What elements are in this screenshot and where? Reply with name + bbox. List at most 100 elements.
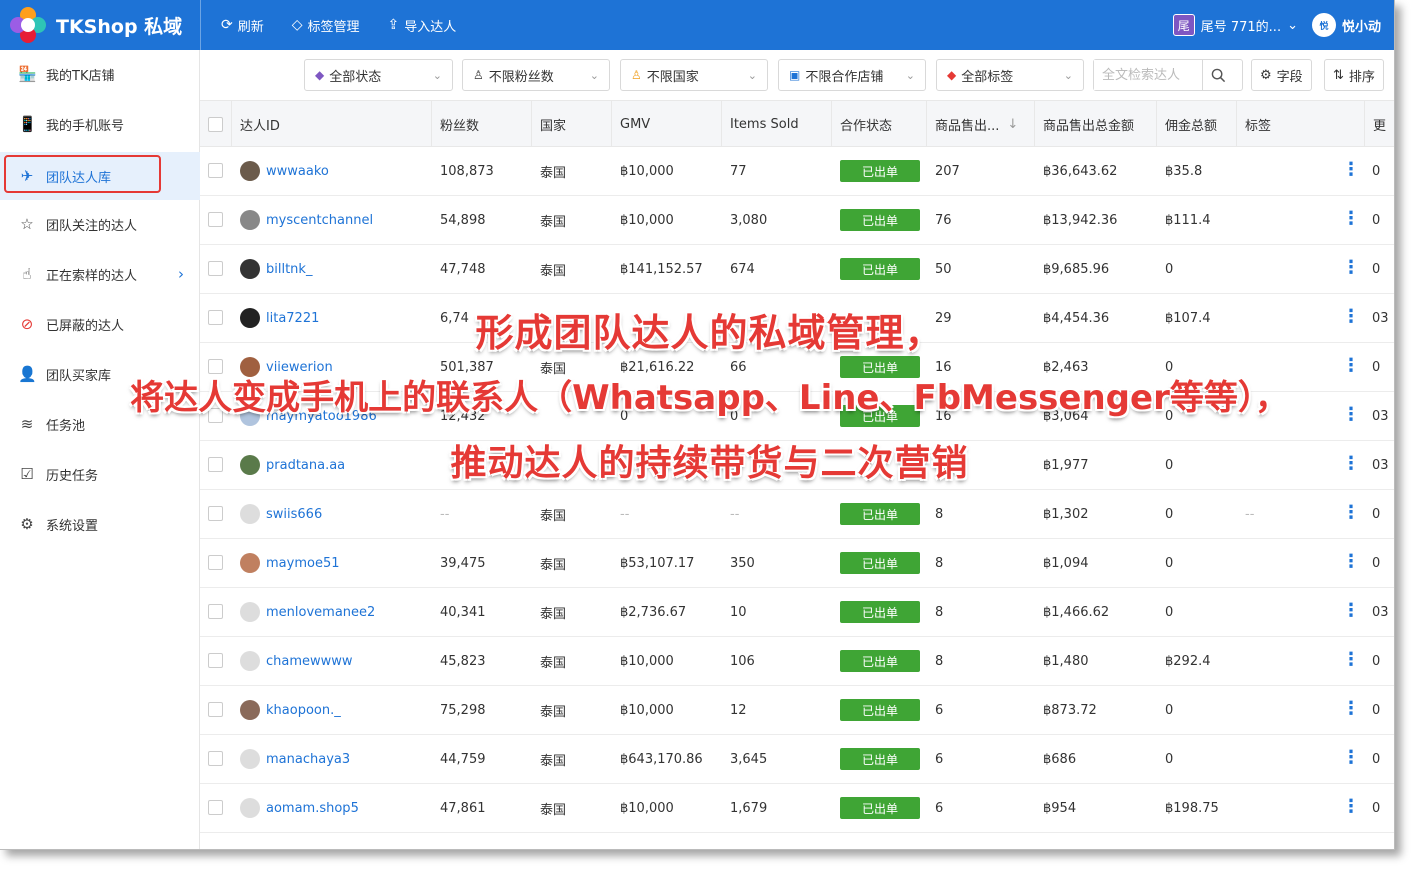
creator-id-link[interactable]: khaopoon._ <box>266 703 341 718</box>
sidebar-item-sampling-creators[interactable]: ☝ 正在索样的达人 › <box>0 252 200 296</box>
table-row[interactable]: khaopoon._ 75,298 泰国 ฿10,000 12 6 ฿873.72 0 已出单 ⋮… <box>200 686 1394 735</box>
more-options-icon[interactable]: ⋮ <box>1342 796 1360 817</box>
table-row[interactable]: swiis666 -- 泰国 -- -- 8 ฿1,302 0 -- 已出单 ⋮ 0 <box>200 490 1394 539</box>
overlay-caption-line1: 形成团队达人的私域管理， <box>475 311 944 355</box>
row-checkbox[interactable] <box>208 702 223 717</box>
sales-amount-cell: ฿1,466.62 <box>1043 604 1110 620</box>
shop-filter[interactable]: ▣ 不限合作店铺 ⌄ <box>778 59 926 91</box>
avatar <box>240 259 260 279</box>
creator-id-link[interactable]: manachaya3 <box>266 752 350 767</box>
col-tags[interactable]: 标签 <box>1237 101 1365 147</box>
creator-id-link[interactable]: maymoe51 <box>266 556 339 571</box>
creator-id-cell: manachaya3 <box>232 735 432 783</box>
table-row[interactable]: aomam.shop5 47,861 泰国 ฿10,000 1,679 6 ฿954 ฿198… <box>200 784 1394 833</box>
search-button[interactable] <box>1202 60 1234 90</box>
row-checkbox[interactable] <box>208 261 223 276</box>
row-checkbox[interactable] <box>208 555 223 570</box>
avatar <box>240 798 260 818</box>
tags-cell <box>1237 686 1337 734</box>
creator-id-link[interactable]: aomam.shop5 <box>266 801 359 816</box>
creator-id-link[interactable]: myscentchannel <box>266 213 373 228</box>
shop-icon: 🏪 <box>18 65 37 83</box>
sort-icon: ⇅ <box>1333 67 1344 83</box>
tag-management-button[interactable]: ◇ 标签管理 <box>278 16 374 35</box>
creator-id-link[interactable]: billtnk_ <box>266 262 312 277</box>
col-items-sold[interactable]: Items Sold <box>722 101 832 147</box>
products-sold-cell: 6 <box>935 800 944 816</box>
select-all-checkbox[interactable] <box>208 116 223 132</box>
col-products-sold-label: 商品售出... <box>935 118 1000 134</box>
fields-button[interactable]: ⚙ 字段 <box>1251 59 1312 91</box>
col-gmv[interactable]: GMV <box>612 101 722 147</box>
creator-id-link[interactable]: wwwaako <box>266 164 329 179</box>
user-menu[interactable]: 悦 悦小动 <box>1311 13 1381 37</box>
creator-id-link[interactable]: swiis666 <box>266 507 322 522</box>
col-commission[interactable]: 佣金总额 <box>1157 101 1237 147</box>
more-options-icon[interactable]: ⋮ <box>1342 257 1360 278</box>
avatar <box>240 651 260 671</box>
table-row[interactable]: chamewwww 45,823 泰国 ฿10,000 106 8 ฿1,480 ฿292.4… <box>200 637 1394 686</box>
table-row[interactable]: menlovemanee2 40,341 泰国 ฿2,736.67 10 8 ฿1,466.… <box>200 588 1394 637</box>
col-products-sold[interactable]: 商品售出... ↓ <box>927 101 1035 147</box>
row-checkbox[interactable] <box>208 506 223 521</box>
sales-amount-cell: ฿1,302 <box>1043 506 1089 522</box>
sidebar-item-tk-shop[interactable]: 🏪 我的TK店铺 <box>0 52 200 96</box>
more-options-icon[interactable]: ⋮ <box>1342 208 1360 229</box>
fans-filter-value: 不限粉丝数 <box>488 69 554 85</box>
search-input[interactable] <box>1094 60 1202 90</box>
fans-filter[interactable]: ♙ 不限粉丝数 ⌄ <box>462 59 610 91</box>
more-cell: 03 <box>1372 604 1389 620</box>
status-badge: 已出单 <box>840 797 920 819</box>
import-creators-button[interactable]: ⇪ 导入达人 <box>374 16 471 35</box>
row-checkbox[interactable] <box>208 800 223 815</box>
more-options-icon[interactable]: ⋮ <box>1342 649 1360 670</box>
tags-cell <box>1237 588 1337 636</box>
more-cell: 0 <box>1372 506 1381 522</box>
items-sold-cell: 12 <box>730 702 747 718</box>
filter-bar: ◆ 全部状态 ⌄ ♙ 不限粉丝数 ⌄ ♙ 不限国家 ⌄ ▣ 不限合作店铺 ⌄ ◆… <box>200 50 1394 100</box>
account-switcher[interactable]: 尾 尾号 771的... ⌄ <box>1172 14 1298 36</box>
table-row[interactable]: myscentchannel 54,898 泰国 ฿10,000 3,080 76 ฿13,… <box>200 196 1394 245</box>
app-logo[interactable]: TKShop 私域 <box>0 5 200 45</box>
commission-cell: 0 <box>1165 261 1174 277</box>
row-checkbox[interactable] <box>208 653 223 668</box>
row-checkbox[interactable] <box>208 751 223 766</box>
country-cell: 泰国 <box>540 802 567 818</box>
status-filter[interactable]: ◆ 全部状态 ⌄ <box>304 59 453 91</box>
more-options-icon[interactable]: ⋮ <box>1342 747 1360 768</box>
table-row[interactable]: manachaya3 44,759 泰国 ฿643,170.86 3,645 6 ฿686 0… <box>200 735 1394 784</box>
creator-id-cell: billtnk_ <box>232 245 432 293</box>
col-coop-status[interactable]: 合作状态 <box>832 101 927 147</box>
more-options-icon[interactable]: ⋮ <box>1342 698 1360 719</box>
items-sold-cell: 3,645 <box>730 751 768 767</box>
fans-cell: 47,861 <box>440 800 486 816</box>
more-options-icon[interactable]: ⋮ <box>1342 502 1360 523</box>
table-row[interactable]: wwwaako 108,873 泰国 ฿10,000 77 207 ฿36,643.62 ฿3… <box>200 147 1394 196</box>
country-filter-value: 不限国家 <box>646 69 699 85</box>
row-checkbox[interactable] <box>208 163 223 178</box>
sidebar-item-followed-creators[interactable]: ☆ 团队关注的达人 <box>0 202 200 246</box>
creator-id-link[interactable]: menlovemanee2 <box>266 605 375 620</box>
tag-filter[interactable]: ◆ 全部标签 ⌄ <box>936 59 1084 91</box>
sidebar-item-settings[interactable]: ⚙ 系统设置 <box>0 502 200 546</box>
creator-id-link[interactable]: chamewwww <box>266 654 353 669</box>
table-row[interactable]: billtnk_ 47,748 泰国 ฿141,152.57 674 50 ฿9,685.9… <box>200 245 1394 294</box>
refresh-button[interactable]: ⟳ 刷新 <box>207 16 278 35</box>
sort-button[interactable]: ⇅ 排序 <box>1324 59 1384 91</box>
sidebar-item-phone-accounts[interactable]: 📱 我的手机账号 <box>0 102 200 146</box>
more-options-icon[interactable]: ⋮ <box>1342 159 1360 180</box>
col-more[interactable]: 更 <box>1365 101 1394 147</box>
col-country[interactable]: 国家 <box>532 101 612 147</box>
more-options-icon[interactable]: ⋮ <box>1342 551 1360 572</box>
table-row[interactable]: maymoe51 39,475 泰国 ฿53,107.17 350 8 ฿1,094 0 已出单… <box>200 539 1394 588</box>
row-checkbox[interactable] <box>208 604 223 619</box>
col-creator-id[interactable]: 达人ID <box>232 101 432 147</box>
layers-icon: ◆ <box>315 68 325 82</box>
search-box <box>1093 59 1243 91</box>
sidebar-item-label: 我的TK店铺 <box>46 68 115 84</box>
col-fans[interactable]: 粉丝数 <box>432 101 532 147</box>
country-filter[interactable]: ♙ 不限国家 ⌄ <box>620 59 768 91</box>
col-sales-amount[interactable]: 商品售出总金额 <box>1035 101 1157 147</box>
row-checkbox[interactable] <box>208 212 223 227</box>
more-options-icon[interactable]: ⋮ <box>1342 600 1360 621</box>
